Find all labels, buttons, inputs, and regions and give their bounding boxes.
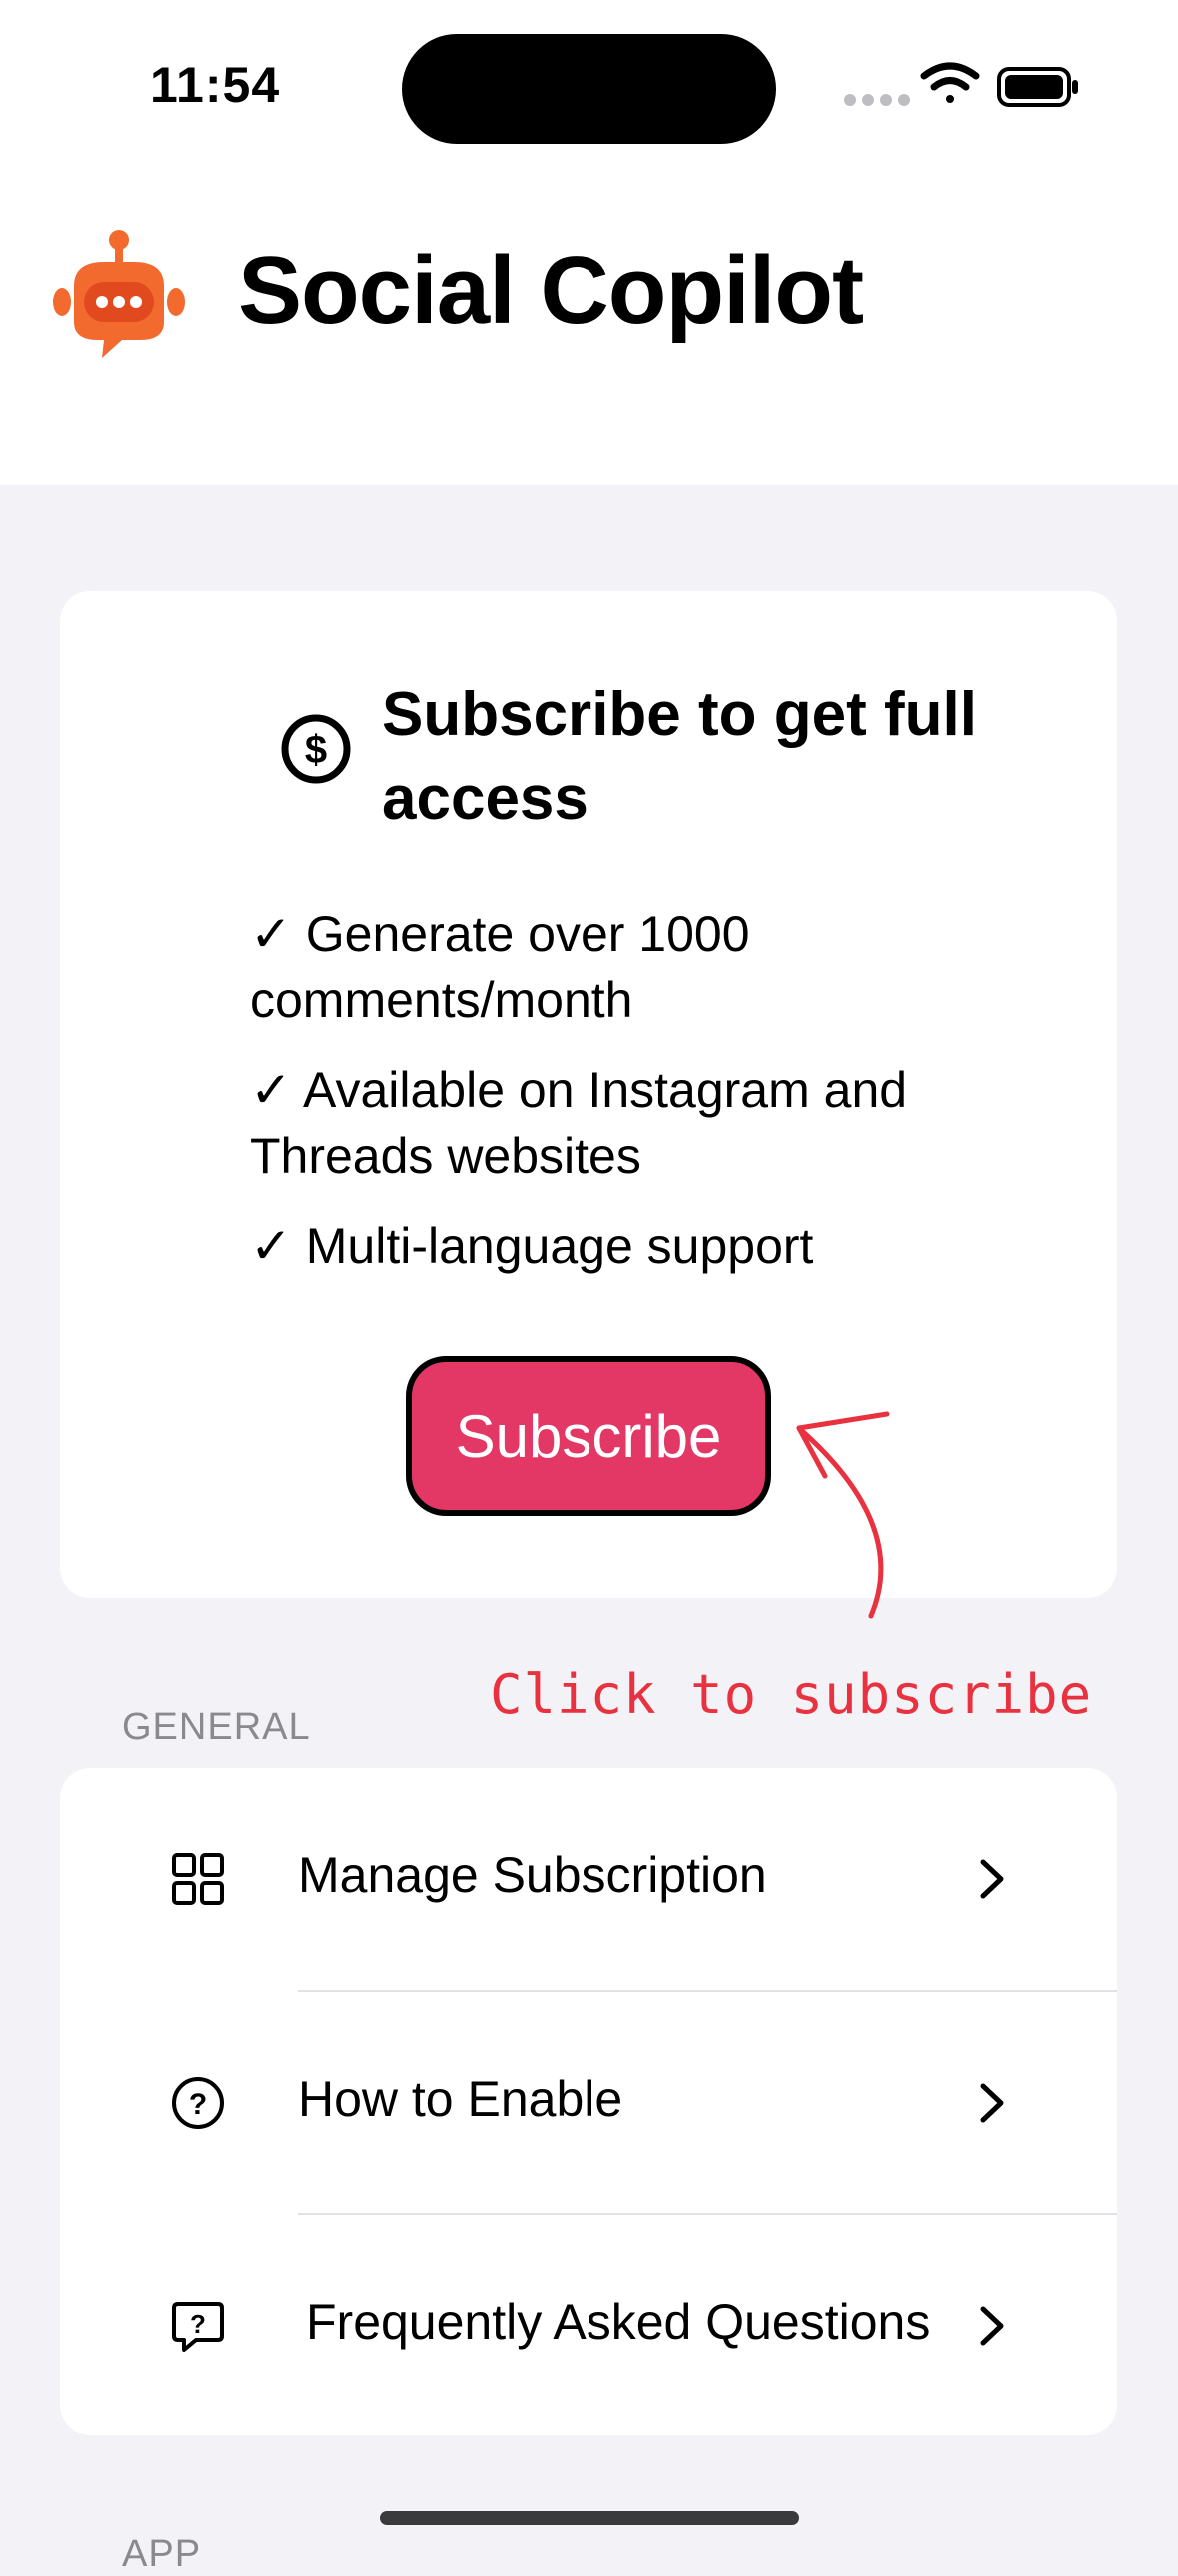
dynamic-island xyxy=(402,34,776,144)
row-label: How to Enable xyxy=(298,2071,623,2127)
question-circle-icon: ? xyxy=(172,2077,224,2129)
grid-icon xyxy=(172,1853,224,1905)
chevron-right-icon xyxy=(980,1859,1004,1899)
status-time: 11:54 xyxy=(150,57,281,113)
row-faq[interactable]: ? Frequently Asked Questions xyxy=(60,2215,1117,2435)
chevron-right-icon xyxy=(980,2083,1004,2123)
battery-icon xyxy=(997,67,1078,107)
app-title: Social Copilot xyxy=(238,237,864,344)
subscription-card: $ Subscribe to get full access ✓ Generat… xyxy=(60,591,1117,1598)
subscription-title: Subscribe to get full access xyxy=(382,680,977,833)
row-how-to-enable[interactable]: ? How to Enable xyxy=(60,1992,1117,2213)
status-indicators xyxy=(844,62,1078,107)
question-bubble-icon: ? xyxy=(172,2302,224,2352)
svg-text:?: ? xyxy=(189,2088,207,2121)
hand-drawn-arrow-icon xyxy=(796,1411,890,1619)
dollar-circle-icon: $ xyxy=(281,714,351,784)
svg-text:$: $ xyxy=(305,728,327,772)
subscribe-button[interactable]: Subscribe xyxy=(406,1356,771,1516)
chevron-right-icon xyxy=(980,2306,1004,2346)
section-header-general: GENERAL xyxy=(122,1706,311,1748)
section-header-app: APP xyxy=(122,2533,202,2575)
row-label: Frequently Asked Questions xyxy=(306,2294,931,2350)
general-settings-list: Manage Subscription ? How to Enable ? Fr… xyxy=(60,1768,1117,2435)
robot-chat-bubble-icon xyxy=(53,230,185,358)
svg-text:?: ? xyxy=(190,2309,206,2339)
feature-list: ✓ Generate over 1000 comments/month ✓ Av… xyxy=(250,901,989,1302)
annotation-text: Click to subscribe xyxy=(490,1663,1093,1726)
row-manage-subscription[interactable]: Manage Subscription xyxy=(60,1768,1117,1990)
wifi-icon xyxy=(920,62,980,103)
home-indicator[interactable] xyxy=(380,2511,799,2525)
feature-item: ✓ Generate over 1000 comments/month xyxy=(250,906,750,1028)
cellular-signal-icon xyxy=(844,94,910,106)
row-label: Manage Subscription xyxy=(298,1847,767,1903)
feature-item: ✓ Available on Instagram and Threads web… xyxy=(250,1062,908,1184)
top-bar: 11:54 Social Copilot xyxy=(0,0,1178,485)
feature-item: ✓ Multi-language support xyxy=(250,1218,814,1274)
